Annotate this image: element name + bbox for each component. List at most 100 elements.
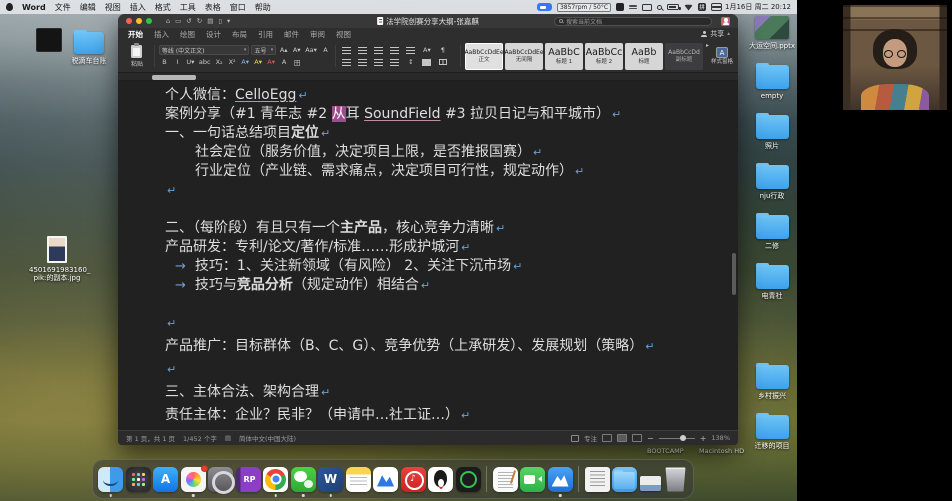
tab-视图[interactable]: 视图 [336, 29, 351, 40]
doc-line[interactable] [165, 200, 738, 219]
subscript-button[interactable]: X₂ [214, 57, 225, 67]
menu-视图[interactable]: 视图 [105, 2, 121, 13]
zoom-out-button[interactable]: − [647, 434, 654, 443]
pilcrow-button[interactable]: ¶ [436, 45, 450, 55]
style-无间隔[interactable]: AaBbCcDdEe无间隔 [505, 43, 543, 70]
sort-button[interactable]: A▾ [420, 45, 434, 55]
strikethrough-button[interactable]: abc [198, 57, 212, 67]
page-indicator[interactable]: 第 1 页，共 1 页 [126, 433, 175, 443]
zoom-slider[interactable] [659, 438, 695, 439]
dock-trash-icon[interactable] [663, 467, 688, 492]
spotlight-search-icon[interactable] [657, 5, 662, 10]
clear-formatting-button[interactable]: A [320, 45, 331, 55]
menu-格式[interactable]: 格式 [155, 2, 171, 13]
doc-line[interactable]: ↵ [165, 360, 738, 379]
desktop-item-大运空间.pptx[interactable]: 大运空间.pptx [748, 16, 796, 50]
doc-line[interactable]: 案例分享（#1 青年志 #2 从耳 SoundField #3 拉贝日记与和平城… [165, 105, 738, 124]
doc-line[interactable]: 行业定位（产业链、需求痛点，决定项目可行性，规定动作）↵ [165, 162, 738, 181]
tab-设计[interactable]: 设计 [206, 29, 221, 40]
doc-line[interactable]: 产品推广：目标群体（B、C、G）、竞争优势（上承研发）、发展规划（策略）↵ [165, 337, 738, 356]
quick-access-more-icon[interactable]: ▾ [227, 14, 230, 28]
dock-notes-icon[interactable] [346, 467, 371, 492]
dock-word-icon[interactable]: W [318, 467, 343, 492]
doc-line[interactable]: 三、主体合法、架构合理↵ [165, 383, 738, 402]
indent-button[interactable] [404, 45, 418, 55]
battery-icon[interactable] [667, 4, 679, 10]
network-stats-icon[interactable] [629, 5, 637, 9]
disk-label-bootcamp[interactable]: BOOTCAMP [647, 447, 684, 455]
doc-line[interactable]: 二、（每阶段）有且只有一个主产品，核心竞争力清晰↵ [165, 219, 738, 238]
doc-line[interactable]: 社会定位（服务价值，决定项目上限，是否推报国赛）↵ [165, 143, 738, 162]
dock-wave-app-icon[interactable] [373, 467, 398, 492]
web-layout-button[interactable] [632, 434, 642, 442]
redo-icon[interactable]: ↻ [197, 14, 202, 28]
apple-menu-icon[interactable] [6, 3, 13, 11]
menu-app-name[interactable]: Word [22, 3, 46, 12]
justify-button[interactable] [388, 57, 402, 67]
dock-netease-music-icon[interactable]: ♪ [401, 467, 426, 492]
numbering-button[interactable] [356, 45, 370, 55]
italic-button[interactable]: I [172, 57, 183, 67]
paste-button[interactable]: 粘贴 [122, 42, 152, 70]
superscript-button[interactable]: X² [227, 57, 238, 67]
tab-绘图[interactable]: 绘图 [180, 29, 195, 40]
zoom-slider-knob[interactable] [680, 435, 686, 441]
multilevel-button[interactable] [372, 45, 386, 55]
bullets-button[interactable] [340, 45, 354, 55]
print-layout-button[interactable] [617, 434, 627, 442]
doc-line[interactable]: →技巧与竞品分析（规定动作）相结合↵ [165, 276, 738, 295]
dock-axure-rp-icon[interactable]: RP [236, 467, 261, 492]
desktop-item-nju行政[interactable]: nju行政 [748, 165, 796, 200]
style-标题 2[interactable]: AaBbCc标题 2 [585, 43, 623, 70]
dock-minimized-window-icon[interactable] [640, 476, 661, 491]
input-method-icon[interactable]: 拼 [698, 3, 706, 11]
dock-settings-icon[interactable] [208, 467, 233, 492]
character-shading-button[interactable]: A [279, 57, 290, 67]
dock-chrome-icon[interactable] [263, 467, 288, 492]
tab-开始[interactable]: 开始 [128, 29, 143, 40]
align-center-button[interactable] [356, 57, 370, 67]
fan-speed-indicator[interactable]: 3857rpm / 50°C [557, 3, 611, 12]
search-input[interactable]: 搜索当前文档 [554, 17, 712, 26]
save-icon[interactable]: ▭ [175, 14, 181, 28]
menu-表格[interactable]: 表格 [205, 2, 221, 13]
dock-photos-icon[interactable] [181, 467, 206, 492]
dock-textedit-icon[interactable] [493, 467, 518, 492]
doc-line[interactable]: 个人微信：CelloEgg↵ [165, 86, 738, 105]
dock-launchpad-icon[interactable] [126, 467, 151, 492]
minimize-window-button[interactable] [136, 18, 142, 24]
shading-button[interactable] [420, 57, 434, 67]
doc-line[interactable]: ↵ [165, 314, 738, 333]
video-call-participant[interactable] [843, 5, 947, 110]
share-control[interactable]: 共享 ▴ [701, 29, 730, 39]
font-name-select[interactable]: 等线 (中文正文) ▾ [159, 45, 250, 55]
dock-qq-icon[interactable] [428, 467, 453, 492]
tab-布局[interactable]: 布局 [232, 29, 247, 40]
menu-帮助[interactable]: 帮助 [255, 2, 271, 13]
desktop-folder-left[interactable]: 税滴车台账 [66, 32, 112, 65]
style-标题[interactable]: AaBb标题 [625, 43, 663, 70]
word-count[interactable]: 1/452 个字 [183, 433, 217, 443]
menu-插入[interactable]: 插入 [130, 2, 146, 13]
menu-文件[interactable]: 文件 [55, 2, 71, 13]
tab-引用[interactable]: 引用 [258, 29, 273, 40]
display-icon[interactable] [642, 4, 652, 11]
scrollbar-thumb[interactable] [732, 253, 736, 295]
menu-工具[interactable]: 工具 [180, 2, 196, 13]
dock-finder-icon[interactable] [98, 467, 123, 492]
language-indicator[interactable]: 简体中文(中国大陆) [239, 433, 296, 443]
dock-blue-mountains-app-icon[interactable] [548, 467, 573, 492]
align-left-button[interactable] [340, 57, 354, 67]
zoom-window-button[interactable] [146, 18, 152, 24]
desktop-photo-file[interactable]: 4501691983160_ pik:的副本.jpg [28, 236, 86, 282]
doc-line[interactable] [165, 295, 738, 314]
borders-button[interactable] [436, 57, 450, 67]
style-正文[interactable]: AaBbCcDdEe正文 [465, 43, 503, 70]
styles-pane-button[interactable]: 样式窗格 [710, 42, 734, 70]
font-size-select[interactable]: 五号 ▾ [251, 45, 276, 55]
outdent-button[interactable] [388, 45, 402, 55]
tab-邮件[interactable]: 邮件 [284, 29, 299, 40]
text-effects-button[interactable]: A▾ [240, 57, 251, 67]
change-case-button[interactable]: Aa▾ [304, 45, 318, 55]
desktop-item-迁移的项目[interactable]: 迁移的项目 [748, 415, 796, 450]
